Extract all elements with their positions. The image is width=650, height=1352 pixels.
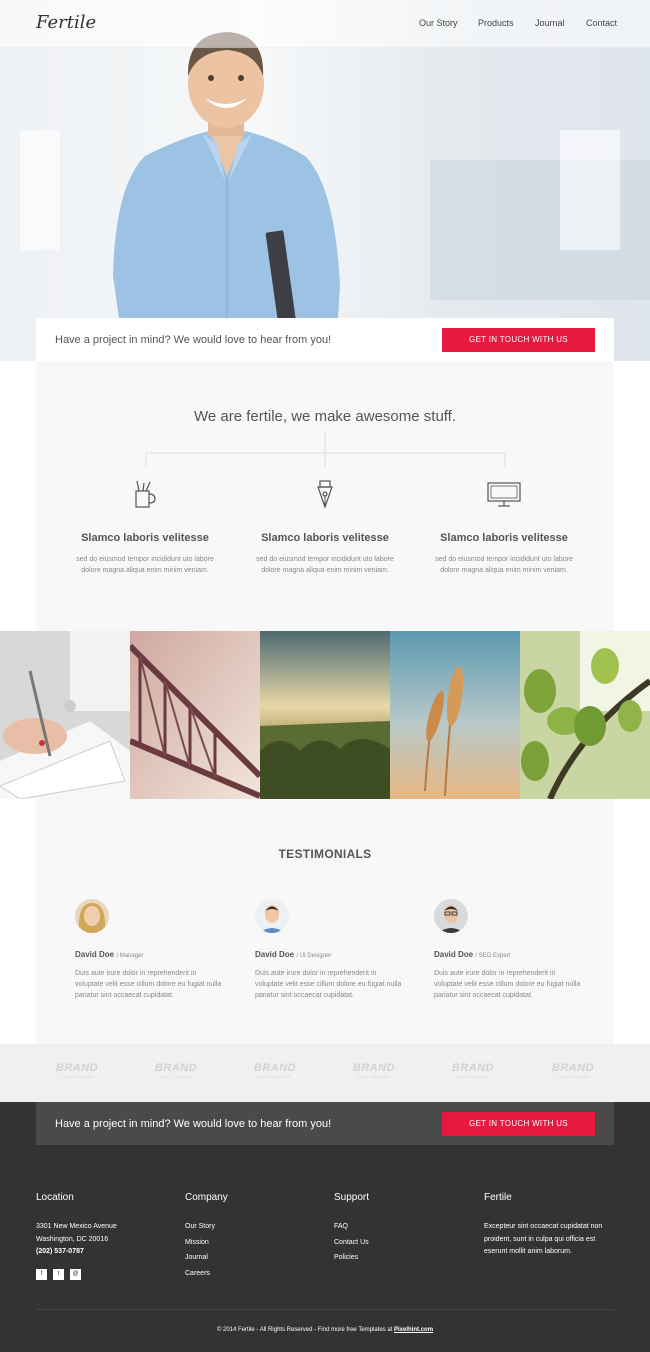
nav-link-journal[interactable]: Journal — [535, 18, 565, 28]
footer-about-text: Excepteur sint occaecat cupidatat non pr… — [484, 1223, 603, 1255]
twitter-icon[interactable]: t — [53, 1268, 64, 1280]
avatar — [255, 899, 289, 933]
cta-banner-top: Have a project in mind? We would love to… — [36, 318, 614, 361]
feature-text: sed do eiusmod tempor incididunt uto lab… — [76, 556, 214, 574]
feature-card: Slamco laboris velitesse sed do eiusmod … — [75, 479, 215, 576]
nav-link-products[interactable]: Products — [478, 18, 514, 28]
feature-text: sed do eiusmod tempor incididunt uto lab… — [435, 556, 573, 574]
nav-link-contact[interactable]: Contact — [586, 18, 617, 28]
get-in-touch-button[interactable]: GET IN TOUCH WITH US — [442, 1111, 595, 1136]
brand-logo: BRAND your tagline — [352, 1062, 396, 1079]
get-in-touch-button[interactable]: GET IN TOUCH WITH US — [442, 327, 595, 352]
writing-hand-photo[interactable] — [0, 631, 130, 799]
footer-link-mission[interactable]: Mission — [185, 1235, 228, 1251]
address-line: 3301 New Mexico Avenue — [36, 1223, 117, 1230]
instagram-icon[interactable]: @ — [70, 1268, 81, 1280]
brand-logo: BRAND your tagline — [551, 1062, 595, 1079]
brand-logos-strip: BRAND your tagline BRAND your tagline BRAN… — [0, 1044, 650, 1102]
testimonial-text: Duis aute irure dolor in reprehenderit i… — [434, 970, 581, 999]
testimonial-author: David Doe / SEO Expert — [434, 950, 511, 959]
footer-link-faq[interactable]: FAQ — [334, 1219, 369, 1235]
facebook-icon[interactable]: f — [36, 1268, 47, 1280]
nav-link-our-story[interactable]: Our Story — [419, 18, 458, 28]
testimonial-role: / Manager — [116, 953, 144, 959]
feature-title: Slamco laboris velitesse — [81, 532, 209, 544]
footer-heading: Support — [334, 1192, 370, 1203]
footer-link-contact-us[interactable]: Contact Us — [334, 1235, 369, 1251]
cta-banner-bottom: Have a project in mind? We would love to… — [36, 1102, 614, 1145]
testimonial-author: David Doe / UI Designer — [255, 950, 332, 959]
hero-banner — [0, 0, 650, 361]
cta-text: Have a project in mind? We would love to… — [55, 333, 332, 346]
bridge-photo[interactable] — [130, 631, 260, 799]
footer-heading: Company — [185, 1192, 228, 1203]
footer-heading: Location — [36, 1192, 74, 1203]
feature-card: Slamco laboris velitesse sed do eiusmod … — [255, 479, 395, 576]
features-connector-lines — [145, 431, 506, 467]
pen-nib-icon — [317, 480, 333, 509]
brand-logo: BRAND your tagline — [154, 1062, 198, 1079]
site-logo[interactable]: Fertile — [36, 12, 96, 33]
footer-link-our-story[interactable]: Our Story — [185, 1219, 228, 1235]
wheat-photo[interactable] — [390, 631, 520, 799]
testimonial-card: David Doe / Manager Duis aute irure dolo… — [75, 899, 225, 1001]
hero-window-shape — [560, 130, 620, 250]
testimonial-text: Duis aute irure dolor in reprehenderit i… — [75, 970, 222, 999]
feature-text: sed do eiusmod tempor incididunt uto lab… — [256, 556, 394, 574]
field-sunset-photo[interactable] — [260, 631, 390, 799]
footer-heading: Fertile — [484, 1192, 512, 1203]
testimonial-card: David Doe / SEO Expert Duis aute irure d… — [434, 899, 584, 1001]
monitor-icon — [487, 482, 521, 507]
avatar — [434, 899, 468, 933]
copyright-text: © 2014 Fertile - All Rights Reserved - F… — [216, 1327, 434, 1333]
hero-window-shape — [20, 130, 60, 250]
testimonial-role: / SEO Expert — [475, 953, 511, 959]
feature-title: Slamco laboris velitesse — [261, 532, 389, 544]
hero-person-image — [113, 32, 340, 361]
footer-support-column: Support FAQ Contact Us Policies — [334, 1192, 369, 1266]
footer-link-policies[interactable]: Policies — [334, 1250, 369, 1266]
social-links: f t @ — [36, 1268, 117, 1280]
testimonials-title: TESTIMONIALS — [278, 847, 372, 861]
footer-divider — [36, 1309, 614, 1310]
pixelhint-link[interactable]: Pixelhint.com — [394, 1327, 433, 1333]
avatar — [75, 899, 109, 933]
footer-link-careers[interactable]: Careers — [185, 1266, 228, 1282]
footer-company-column: Company Our Story Mission Journal Career… — [185, 1192, 228, 1281]
testimonial-card: David Doe / UI Designer Duis aute irure … — [255, 899, 405, 1001]
phone-number: (202) 537-0787 — [36, 1248, 84, 1255]
features-section: We are fertile, we make awesome stuff. S… — [36, 361, 614, 631]
cta-text: Have a project in mind? We would love to… — [55, 1117, 332, 1130]
brand-logo: BRAND your tagline — [451, 1062, 495, 1079]
brand-logo: BRAND your tagline — [55, 1062, 99, 1079]
testimonial-author: David Doe / Manager — [75, 950, 144, 959]
footer-location-column: Location 3301 New Mexico Avenue Washingt… — [36, 1192, 117, 1280]
photo-gallery — [0, 631, 650, 799]
testimonial-text: Duis aute irure dolor in reprehenderit i… — [255, 970, 402, 999]
leaves-photo[interactable] — [520, 631, 650, 799]
testimonial-role: / UI Designer — [296, 953, 332, 959]
footer-about-column: Fertile Excepteur sint occaecat cupidata… — [484, 1192, 614, 1259]
feature-title: Slamco laboris velitesse — [440, 532, 568, 544]
brand-logo: BRAND your tagline — [253, 1062, 297, 1079]
top-navigation-bar: Fertile Our Story Products Journal Conta… — [0, 0, 650, 48]
address-line: Washington, DC 20016 — [36, 1235, 109, 1243]
feature-card: Slamco laboris velitesse sed do eiusmod … — [434, 479, 574, 576]
testimonials-section: TESTIMONIALS David Doe / Manager Duis au… — [36, 799, 614, 1044]
pencil-cup-icon — [135, 480, 156, 508]
footer-link-journal[interactable]: Journal — [185, 1250, 228, 1266]
